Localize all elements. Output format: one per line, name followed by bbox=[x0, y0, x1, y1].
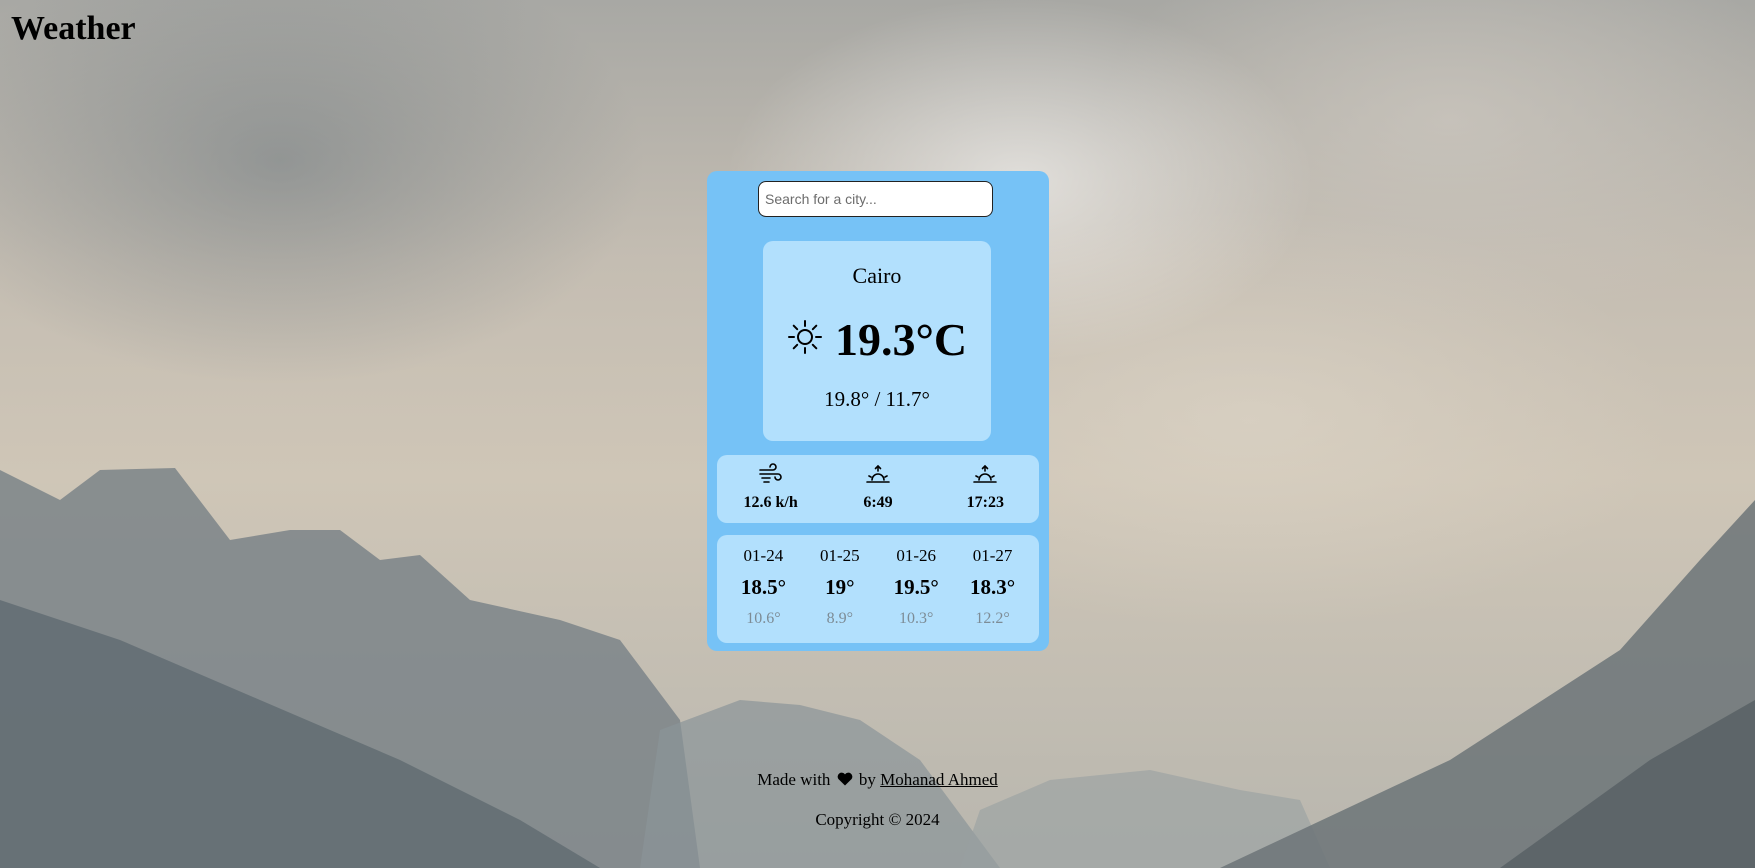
copyright-text: Copyright © 2024 bbox=[815, 810, 940, 829]
forecast-low: 10.3° bbox=[898, 610, 934, 627]
city-name: Cairo bbox=[852, 263, 902, 288]
forecast-panel: 01-24 18.5° 10.6° 01-25 19° 8.9° 01-26 1… bbox=[717, 535, 1039, 643]
wind-speed: 12.6 k/h bbox=[743, 494, 798, 511]
high-low-temperature: 19.8° / 11.7° bbox=[824, 387, 930, 411]
current-temperature: 19.3°C bbox=[834, 314, 968, 365]
forecast-day: 01-26 19.5° 10.3° bbox=[886, 535, 946, 643]
temperature-row: 19.3°C bbox=[763, 313, 991, 366]
sunset-icon bbox=[972, 464, 998, 489]
author-link[interactable]: Mohanad Ahmed bbox=[880, 770, 998, 789]
sunrise-time: 6:49 bbox=[863, 494, 893, 511]
city-search-input[interactable] bbox=[758, 181, 993, 217]
forecast-high: 19° bbox=[825, 575, 855, 599]
wind-icon bbox=[758, 463, 784, 489]
forecast-high: 18.5° bbox=[740, 575, 786, 599]
forecast-date: 01-26 bbox=[896, 546, 936, 565]
forecast-low: 8.9° bbox=[826, 610, 853, 627]
forecast-high: 19.5° bbox=[893, 575, 939, 599]
sunrise-detail: 6:49 bbox=[830, 455, 926, 512]
forecast-low: 12.2° bbox=[975, 610, 1010, 627]
forecast-date: 01-25 bbox=[819, 546, 860, 565]
sun-icon bbox=[787, 319, 823, 360]
sunrise-icon bbox=[865, 464, 891, 489]
app-title: Weather bbox=[11, 10, 136, 47]
weather-card: Cairo 19.3°C 19.8° / 11.7° bbox=[707, 171, 1049, 651]
footer-made-with: Made with bbox=[757, 770, 831, 789]
weather-details-panel: 12.6 k/h 6:49 17:23 bbox=[717, 455, 1039, 523]
forecast-day: 01-25 19° 8.9° bbox=[810, 535, 870, 643]
current-weather-panel: Cairo 19.3°C 19.8° / 11.7° bbox=[763, 241, 991, 441]
heart-icon bbox=[837, 771, 853, 791]
footer-by: by bbox=[858, 770, 876, 789]
forecast-date: 01-27 bbox=[972, 546, 1013, 565]
sunset-detail: 17:23 bbox=[937, 455, 1033, 512]
forecast-day: 01-24 18.5° 10.6° bbox=[733, 535, 793, 643]
wind-detail: 12.6 k/h bbox=[723, 455, 819, 512]
sunset-time: 17:23 bbox=[966, 494, 1004, 511]
forecast-low: 10.6° bbox=[746, 610, 781, 627]
forecast-high: 18.3° bbox=[969, 575, 1016, 599]
footer-credit: Made with by Mohanad Ahmed bbox=[0, 770, 1755, 791]
forecast-day: 01-27 18.3° 12.2° bbox=[963, 535, 1023, 643]
forecast-date: 01-24 bbox=[743, 546, 784, 565]
